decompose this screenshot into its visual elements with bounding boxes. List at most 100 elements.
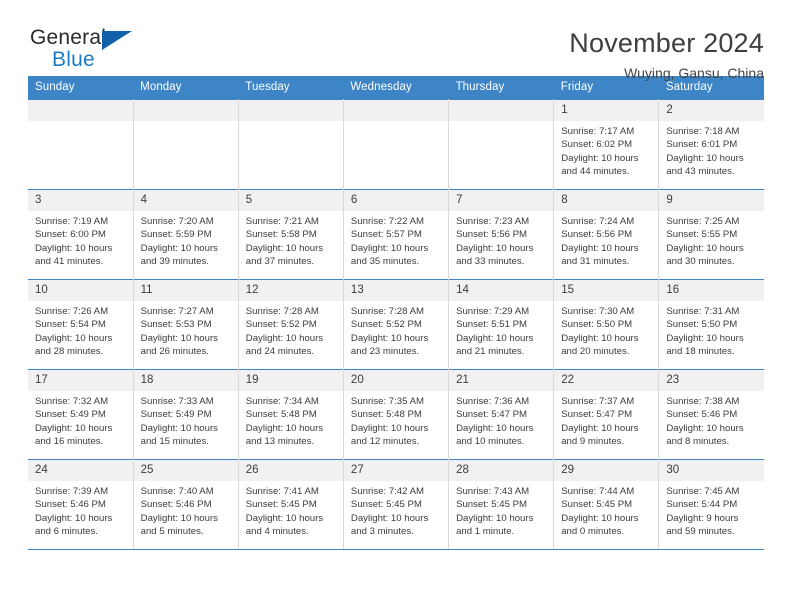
sunset-time: Sunset: 6:00 PM [35,229,106,241]
daylight-duration-line2: and 9 minutes. [561,436,625,448]
calendar-day-cell[interactable]: 22 Sunrise: 7:37 AM Sunset: 5:47 PM Dayligh… [553,369,660,460]
sunrise-time: Sunrise: 7:43 AM [456,486,530,497]
daylight-duration-line2: and 21 minutes. [456,346,525,358]
day-details: Sunrise: 7:33 AM Sunset: 5:49 PM Daylight:… [134,391,238,449]
sunrise-time: Sunrise: 7:41 AM [245,486,319,497]
calendar-day-cell[interactable]: 29 Sunrise: 7:44 AM Sunset: 5:45 PM Dayligh… [553,459,660,550]
day-number [28,100,133,121]
calendar-day-cell[interactable]: 30 Sunrise: 7:45 AM Sunset: 5:44 PM Dayligh… [658,459,764,550]
calendar-week-row: 17 Sunrise: 7:32 AM Sunset: 5:49 PM Dayligh… [28,369,764,460]
calendar-day-cell[interactable]: 4 Sunrise: 7:20 AM Sunset: 5:59 PM Daylight… [133,189,239,280]
day-number: 10 [28,280,133,301]
sunset-time: Sunset: 5:54 PM [35,319,106,331]
day-details: Sunrise: 7:17 AM Sunset: 6:02 PM Daylight:… [554,121,658,179]
sunrise-time: Sunrise: 7:18 AM [666,126,740,137]
general-blue-logo[interactable]: General Blue [28,26,140,74]
calendar-day-cell[interactable]: 6 Sunrise: 7:22 AM Sunset: 5:57 PM Daylight… [343,189,450,280]
calendar-day-cell[interactable]: 23 Sunrise: 7:38 AM Sunset: 5:46 PM Dayligh… [658,369,764,460]
calendar-day-cell[interactable]: 5 Sunrise: 7:21 AM Sunset: 5:58 PM Daylight… [238,189,344,280]
calendar-day-cell[interactable]: 28 Sunrise: 7:43 AM Sunset: 5:45 PM Dayligh… [448,459,555,550]
sunset-time: Sunset: 5:59 PM [140,229,212,241]
daylight-duration-line1: Daylight: 10 hours [35,242,113,254]
page-header: General Blue November 2024 Wuying, Gansu… [28,0,764,81]
calendar-day-cell[interactable]: 14 Sunrise: 7:29 AM Sunset: 5:51 PM Dayligh… [448,279,555,370]
day-number: 23 [659,370,764,391]
daylight-duration-line2: and 3 minutes. [350,526,414,538]
day-number: 15 [554,280,659,301]
daylight-duration-line2: and 30 minutes. [666,256,735,268]
sunrise-time: Sunrise: 7:31 AM [666,306,740,317]
calendar-day-cell[interactable]: 2 Sunrise: 7:18 AM Sunset: 6:01 PM Daylight… [658,99,764,190]
sunrise-time: Sunrise: 7:34 AM [245,396,319,407]
sunrise-time: Sunrise: 7:28 AM [350,306,424,317]
calendar-day-cell[interactable]: 8 Sunrise: 7:24 AM Sunset: 5:56 PM Daylight… [553,189,660,280]
daylight-duration-line2: and 18 minutes. [666,346,735,358]
day-number: 20 [343,370,449,391]
day-number: 9 [659,190,764,211]
day-number: 7 [449,190,554,211]
calendar-day-cell[interactable]: 15 Sunrise: 7:30 AM Sunset: 5:50 PM Dayligh… [553,279,660,370]
calendar-week-row: 3 Sunrise: 7:19 AM Sunset: 6:00 PM Daylight… [28,189,764,280]
calendar-day-cell[interactable]: 26 Sunrise: 7:41 AM Sunset: 5:45 PM Dayligh… [238,459,344,550]
sunset-time: Sunset: 5:56 PM [561,229,633,241]
calendar-day-cell[interactable]: 3 Sunrise: 7:19 AM Sunset: 6:00 PM Daylight… [28,189,134,280]
calendar-day-cell[interactable]: 7 Sunrise: 7:23 AM Sunset: 5:56 PM Daylight… [448,189,555,280]
day-details: Sunrise: 7:37 AM Sunset: 5:47 PM Daylight:… [554,391,658,449]
calendar-day-cell[interactable]: 12 Sunrise: 7:28 AM Sunset: 5:52 PM Dayligh… [238,279,344,370]
calendar-day-cell[interactable]: 17 Sunrise: 7:32 AM Sunset: 5:49 PM Dayligh… [28,369,134,460]
daylight-duration-line2: and 41 minutes. [35,256,104,268]
sunrise-time: Sunrise: 7:30 AM [561,306,635,317]
title-block: November 2024 Wuying, Gansu, China [569,26,764,84]
calendar-day-cell[interactable]: 19 Sunrise: 7:34 AM Sunset: 5:48 PM Dayligh… [238,369,344,460]
daylight-duration-line1: Daylight: 10 hours [140,422,218,434]
day-details: Sunrise: 7:22 AM Sunset: 5:57 PM Daylight:… [344,211,448,269]
daylight-duration-line1: Daylight: 10 hours [561,152,639,164]
calendar-day-cell[interactable]: 18 Sunrise: 7:33 AM Sunset: 5:49 PM Dayligh… [133,369,239,460]
calendar-day-cell[interactable]: 27 Sunrise: 7:42 AM Sunset: 5:45 PM Dayligh… [343,459,450,550]
daylight-duration-line2: and 39 minutes. [140,256,209,268]
day-number: 6 [343,190,449,211]
calendar-day-cell[interactable]: 10 Sunrise: 7:26 AM Sunset: 5:54 PM Dayligh… [28,279,134,370]
day-details: Sunrise: 7:29 AM Sunset: 5:51 PM Daylight:… [449,301,553,359]
sunset-time: Sunset: 5:45 PM [456,499,527,511]
day-number [343,100,449,121]
day-details: Sunrise: 7:32 AM Sunset: 5:49 PM Daylight:… [28,391,133,449]
calendar-day-cell[interactable]: 9 Sunrise: 7:25 AM Sunset: 5:55 PM Daylight… [658,189,764,280]
sunset-time: Sunset: 5:51 PM [456,319,527,331]
calendar-day-cell[interactable]: 20 Sunrise: 7:35 AM Sunset: 5:48 PM Dayligh… [343,369,450,460]
day-details: Sunrise: 7:25 AM Sunset: 5:55 PM Daylight:… [659,211,764,269]
calendar-day-cell[interactable]: 13 Sunrise: 7:28 AM Sunset: 5:52 PM Dayligh… [343,279,450,370]
daylight-duration-line2: and 20 minutes. [561,346,630,358]
page-title: November 2024 [569,28,764,58]
day-details: Sunrise: 7:19 AM Sunset: 6:00 PM Daylight:… [28,211,133,269]
calendar-day-cell[interactable]: 11 Sunrise: 7:27 AM Sunset: 5:53 PM Dayligh… [133,279,239,370]
daylight-duration-line1: Daylight: 10 hours [666,152,744,164]
sunrise-time: Sunrise: 7:19 AM [35,216,109,227]
calendar-day-cell[interactable]: 24 Sunrise: 7:39 AM Sunset: 5:46 PM Dayligh… [28,459,134,550]
calendar-day-cell[interactable]: 21 Sunrise: 7:36 AM Sunset: 5:47 PM Dayligh… [448,369,555,460]
day-details: Sunrise: 7:21 AM Sunset: 5:58 PM Daylight:… [239,211,343,269]
calendar-day-cell[interactable]: 1 Sunrise: 7:17 AM Sunset: 6:02 PM Daylight… [553,99,660,190]
sunrise-time: Sunrise: 7:25 AM [666,216,740,227]
sunset-time: Sunset: 5:53 PM [140,319,212,331]
day-details: Sunrise: 7:34 AM Sunset: 5:48 PM Daylight:… [239,391,343,449]
day-number: 11 [133,280,238,301]
sunrise-time: Sunrise: 7:28 AM [245,306,319,317]
logo-text-blue: Blue [52,48,95,71]
daylight-duration-line1: Daylight: 10 hours [561,512,639,524]
calendar-day-cell[interactable]: 16 Sunrise: 7:31 AM Sunset: 5:50 PM Dayligh… [658,279,764,370]
day-number: 19 [238,370,343,391]
daylight-duration-line1: Daylight: 10 hours [140,332,218,344]
daylight-duration-line2: and 44 minutes. [561,166,630,178]
day-number: 3 [28,190,133,211]
daylight-duration-line2: and 0 minutes. [561,526,625,538]
day-details: Sunrise: 7:28 AM Sunset: 5:52 PM Daylight:… [344,301,448,359]
calendar-week-row: 10 Sunrise: 7:26 AM Sunset: 5:54 PM Dayligh… [28,279,764,370]
sunrise-time: Sunrise: 7:21 AM [245,216,319,227]
daylight-duration-line1: Daylight: 10 hours [456,242,534,254]
daylight-duration-line2: and 8 minutes. [666,436,730,448]
sunset-time: Sunset: 5:57 PM [350,229,422,241]
daylight-duration-line2: and 23 minutes. [350,346,420,358]
day-details: Sunrise: 7:43 AM Sunset: 5:45 PM Daylight:… [449,481,553,539]
calendar-day-cell[interactable]: 25 Sunrise: 7:40 AM Sunset: 5:46 PM Dayligh… [133,459,239,550]
